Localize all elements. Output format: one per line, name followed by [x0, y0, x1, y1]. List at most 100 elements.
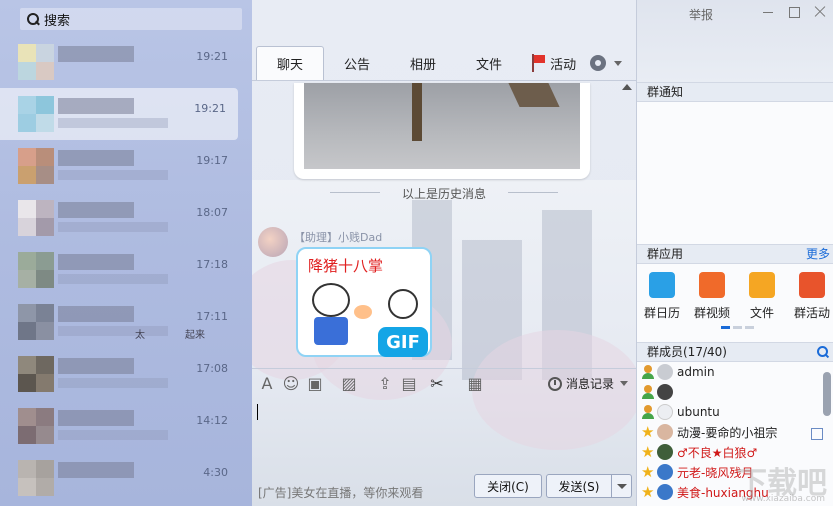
screenshot-cut-icon[interactable]: ✂: [428, 375, 446, 393]
conversation-list: 搜索 19:21 19:21 19:17 18:07 17:18 太 起来 17…: [0, 0, 252, 506]
star-icon: ★: [641, 423, 655, 441]
image-icon[interactable]: ▨: [340, 375, 358, 393]
app-files[interactable]: 文件: [739, 272, 785, 321]
contact-name-blurred: [58, 98, 134, 114]
last-message-blurred: [58, 274, 168, 284]
history-image-message[interactable]: [294, 83, 590, 179]
group-members-title: 群成员(17/40): [647, 345, 727, 359]
tab-announcement[interactable]: 公告: [324, 46, 390, 80]
conversation-item-selected[interactable]: 19:21: [0, 88, 238, 140]
last-message-blurred: [58, 326, 168, 336]
tab-album[interactable]: 相册: [390, 46, 456, 80]
tab-files[interactable]: 文件: [456, 46, 522, 80]
conversation-item[interactable]: 4:30: [0, 452, 240, 504]
conversation-item[interactable]: 18:07: [0, 192, 240, 244]
avatar: [657, 444, 673, 460]
avatar: [18, 200, 54, 236]
font-icon[interactable]: A: [258, 375, 276, 393]
contact-name-blurred: [58, 410, 134, 426]
avatar: [657, 424, 673, 440]
avatar: [657, 484, 673, 500]
search-input[interactable]: 搜索: [20, 8, 242, 30]
conversation-item[interactable]: 17:08: [0, 348, 240, 400]
member-row[interactable]: ubuntu: [641, 402, 720, 422]
tab-activity[interactable]: 活动: [522, 46, 584, 80]
maximize-icon[interactable]: [787, 5, 801, 19]
send-button[interactable]: 发送(S): [546, 474, 632, 498]
message-history-label: 消息记录: [565, 377, 614, 391]
app-activity[interactable]: 群活动: [789, 272, 833, 321]
sticker-message[interactable]: 降猪十八掌 GIF: [296, 247, 432, 357]
close-button[interactable]: 关闭(C): [474, 474, 542, 498]
admin-person-icon: [641, 405, 655, 419]
gift-icon[interactable]: ▤: [400, 375, 418, 393]
close-icon[interactable]: [813, 5, 827, 19]
admin-person-icon: [641, 385, 655, 399]
app-video[interactable]: 群视频: [689, 272, 735, 321]
conversation-time: 17:18: [196, 258, 228, 271]
conversation-item[interactable]: 19:21: [0, 36, 240, 88]
minimize-icon[interactable]: [761, 5, 775, 19]
search-placeholder: 搜索: [44, 13, 71, 29]
settings-menu[interactable]: [584, 46, 626, 80]
message-history-button[interactable]: 消息记录: [547, 375, 628, 392]
search-icon: [26, 12, 40, 26]
gear-icon: [588, 53, 608, 73]
edit-icon[interactable]: [811, 428, 823, 440]
group-apps-header: 群应用 更多: [637, 244, 833, 264]
tab-chat[interactable]: 聊天: [256, 46, 325, 80]
contact-name-blurred: [58, 358, 134, 374]
conversation-time: 19:21: [194, 102, 226, 115]
search-icon[interactable]: [817, 346, 829, 358]
member-row[interactable]: admin: [641, 362, 715, 382]
conversation-time: 17:11: [196, 310, 228, 323]
report-link[interactable]: 举报: [689, 6, 713, 23]
apps-pager[interactable]: [721, 326, 754, 329]
send-options-dropdown[interactable]: [611, 475, 631, 497]
avatar: [18, 460, 54, 496]
last-message-blurred: [58, 378, 168, 388]
avatar: [18, 44, 54, 80]
sender-name[interactable]: 【助理】小贱Dad: [294, 229, 382, 245]
calendar-icon: [649, 272, 675, 298]
more-tools-icon[interactable]: ▦: [466, 375, 484, 393]
sticker-icon[interactable]: ▣: [306, 375, 324, 393]
conversation-time: 18:07: [196, 206, 228, 219]
conversation-item[interactable]: 太 起来 17:11: [0, 296, 240, 348]
conversation-item[interactable]: 17:18: [0, 244, 240, 296]
window-titlebar: 举报: [637, 0, 833, 82]
contact-name-blurred: [58, 150, 134, 166]
chevron-down-icon: [620, 381, 628, 386]
chat-tabs: 聊天 公告 相册 文件 活动: [256, 46, 626, 80]
app-calendar[interactable]: 群日历: [639, 272, 685, 321]
conversation-item[interactable]: 14:12: [0, 400, 240, 452]
ad-link[interactable]: [广告]美女在直播，等你来观看: [258, 484, 423, 501]
star-icon: ★: [641, 443, 655, 461]
avatar: [18, 96, 54, 132]
upload-icon[interactable]: ⇪: [376, 375, 394, 393]
sender-avatar[interactable]: [258, 227, 288, 257]
apps-more-link[interactable]: 更多: [806, 245, 830, 263]
member-row[interactable]: [641, 382, 677, 402]
star-icon: ★: [641, 483, 655, 501]
message-input[interactable]: [252, 398, 636, 468]
chevron-down-icon: [614, 60, 623, 66]
avatar: [18, 252, 54, 288]
conversation-time: 19:17: [196, 154, 228, 167]
avatar: [18, 304, 54, 340]
conversation-time: 19:21: [196, 50, 228, 63]
message-area[interactable]: 以上是历史消息 【助理】小贱Dad 降猪十八掌 GIF: [252, 80, 636, 366]
contact-name-blurred: [58, 202, 134, 218]
last-message-blurred: [58, 430, 168, 440]
sticker-figure: [388, 289, 418, 319]
group-members-header: 群成员(17/40): [637, 342, 833, 362]
emoji-icon[interactable]: ☺: [282, 375, 300, 393]
app-label: 群日历: [643, 306, 680, 320]
members-scrollbar[interactable]: [823, 372, 831, 416]
member-row[interactable]: ★ 动漫-要命的小祖宗: [641, 422, 777, 442]
conversation-item[interactable]: 19:17: [0, 140, 240, 192]
scroll-up-arrow[interactable]: [622, 84, 632, 90]
history-divider: 以上是历史消息: [330, 185, 558, 202]
app-label: 文件: [749, 306, 774, 320]
input-toolbar: A ☺ ▣ ▨ ⇪ ▤ ✂ ▦ 消息记录: [252, 368, 636, 398]
